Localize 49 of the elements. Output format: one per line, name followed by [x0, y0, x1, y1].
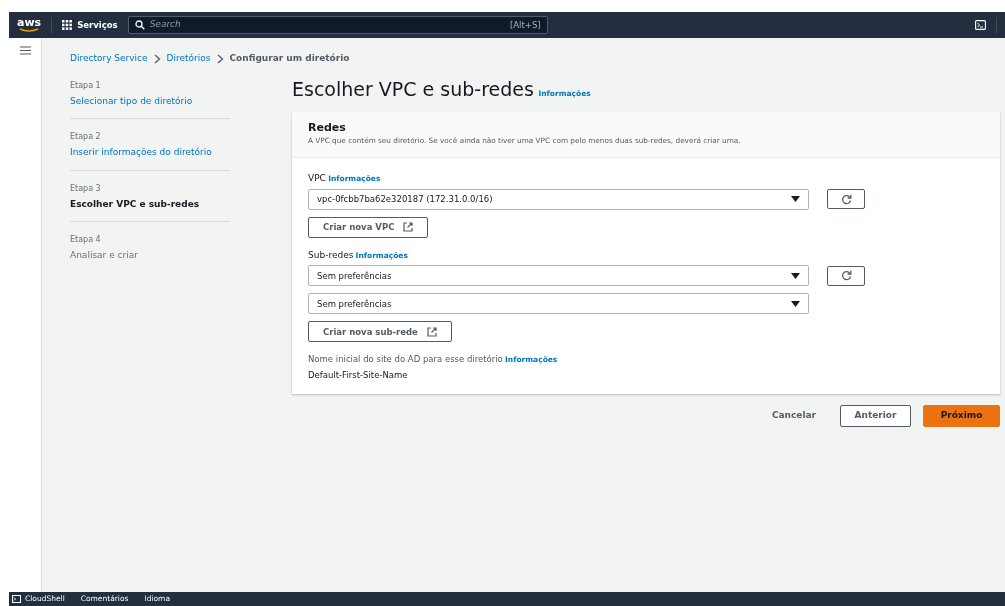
- dropdown-icon: [791, 196, 800, 203]
- breadcrumb-link[interactable]: Directory Service: [70, 52, 148, 66]
- field-label: Nome inicial do site do AD para esse diretório: [308, 353, 503, 367]
- field-value: Default-First-Site-Name: [308, 369, 409, 382]
- refresh-icon: [840, 270, 852, 282]
- refresh-button[interactable]: [827, 189, 865, 210]
- chevron-icon: [216, 53, 224, 64]
- search-input[interactable]: Search: [149, 18, 505, 32]
- step-number: Etapa 4: [70, 234, 102, 246]
- step-number: Etapa 2: [70, 131, 102, 143]
- select-field[interactable]: Sem preferências: [308, 265, 809, 287]
- menu-icon[interactable]: [19, 46, 31, 55]
- cancel-button[interactable]: Cancelar: [759, 409, 828, 423]
- step-number: Etapa 1: [70, 79, 102, 92]
- shortcut-hint: [Alt+S]: [509, 18, 541, 32]
- dropdown-icon: [791, 300, 800, 307]
- search-icon: [134, 20, 145, 30]
- dropdown-icon: [791, 272, 800, 279]
- step-link[interactable]: Inserir informações do diretório: [70, 147, 212, 157]
- step-link[interactable]: Selecionar tipo de diretório: [70, 95, 193, 106]
- search-field[interactable]: Search [Alt+S]: [127, 16, 548, 34]
- chevron-icon: [153, 53, 161, 64]
- breadcrumb-link[interactable]: Diretórios: [166, 52, 211, 66]
- page-title: Escolher VPC e sub-redes: [292, 77, 534, 101]
- create-button[interactable]: Criar nova sub-rede: [308, 321, 452, 343]
- step-label: Analisar e criar: [70, 249, 139, 262]
- step-number: Etapa 3: [70, 182, 102, 195]
- external-link-icon: [403, 222, 414, 233]
- panel-title: Redes: [308, 121, 347, 135]
- select-value: Sem preferências: [317, 269, 392, 283]
- breadcrumb-current: Configurar um diretório: [229, 52, 350, 65]
- refresh-button[interactable]: [827, 265, 865, 286]
- select-value: vpc-0fcbb7ba62e320187 (172.31.0.0/16): [317, 193, 493, 206]
- next-button[interactable]: Próximo: [923, 404, 1000, 427]
- refresh-icon: [840, 193, 852, 205]
- step-label: Escolher VPC e sub-redes: [70, 197, 201, 211]
- field-label: Sub-redes: [308, 248, 354, 262]
- terminal-icon[interactable]: [975, 20, 986, 30]
- select-field[interactable]: Sem preferências: [308, 293, 809, 315]
- external-link-icon: [426, 326, 437, 337]
- select-value: Sem preferências: [317, 297, 392, 311]
- create-button[interactable]: Criar nova VPC: [308, 216, 429, 238]
- terminal-icon: [12, 595, 21, 603]
- previous-button[interactable]: Anterior: [840, 404, 911, 427]
- select-field[interactable]: vpc-0fcbb7ba62e320187 (172.31.0.0/16): [308, 188, 809, 210]
- aws-logo[interactable]: aws: [17, 17, 42, 33]
- services-menu[interactable]: Serviços: [62, 18, 118, 32]
- field-label: VPC: [308, 172, 326, 186]
- grid-icon: [62, 20, 73, 30]
